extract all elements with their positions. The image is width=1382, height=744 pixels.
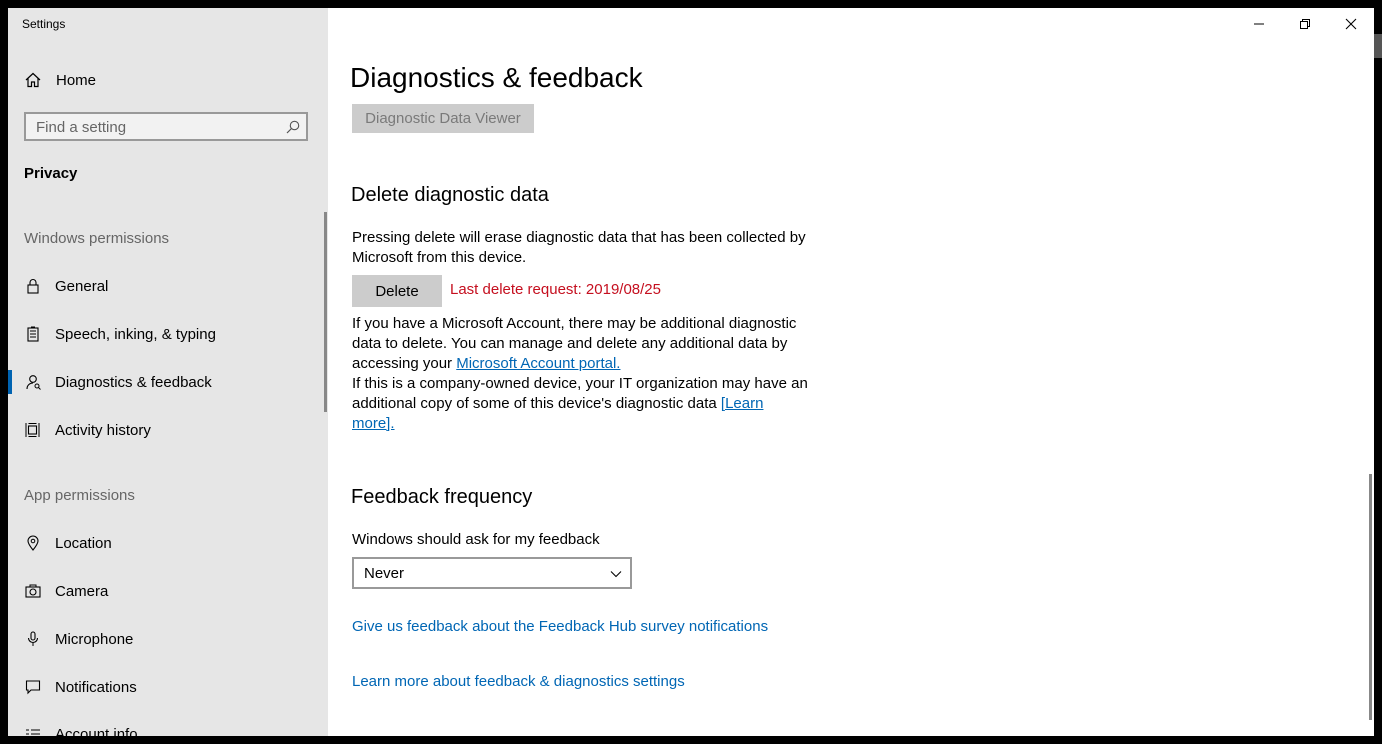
minimize-button[interactable] (1236, 8, 1282, 40)
desktop-edge (1374, 0, 1382, 744)
company-paragraph: If this is a company-owned device, your … (352, 374, 808, 434)
account-paragraph: If you have a Microsoft Account, there m… (352, 314, 812, 374)
sidebar-item-activity[interactable]: Activity history (8, 410, 328, 450)
notifications-icon (24, 678, 42, 696)
app-title: Settings (22, 17, 66, 31)
settings-window: Settings Home Find a setting Privacy Win… (8, 8, 1374, 736)
group-heading-windows: Windows permissions (24, 230, 170, 247)
camera-icon (24, 582, 42, 600)
sidebar: Settings Home Find a setting Privacy Win… (8, 8, 328, 736)
sidebar-item-home[interactable]: Home (8, 60, 328, 100)
diagnostics-icon (24, 373, 42, 391)
last-delete-request: Last delete request: 2019/08/25 (450, 281, 661, 298)
account-info-icon (24, 725, 42, 736)
restore-icon (1300, 19, 1310, 29)
sidebar-item-label: Location (55, 534, 112, 552)
sidebar-item-label: Account info (55, 725, 138, 737)
desktop-edge-grey (1374, 34, 1382, 58)
restore-button[interactable] (1282, 8, 1328, 40)
dropdown-value: Never (364, 565, 405, 582)
main-scrollbar[interactable] (1369, 474, 1372, 720)
speech-icon (24, 325, 42, 343)
search-icon (286, 120, 300, 134)
feedback-frequency-dropdown[interactable]: Never (352, 557, 632, 589)
sidebar-item-label: General (55, 277, 109, 295)
delete-description: Pressing delete will erase diagnostic da… (352, 229, 806, 266)
close-button[interactable] (1328, 8, 1374, 40)
delete-button[interactable]: Delete (352, 275, 442, 307)
feedback-label: Windows should ask for my feedback (352, 531, 600, 548)
lock-icon (24, 277, 42, 295)
sidebar-item-microphone[interactable]: Microphone (8, 619, 328, 659)
sidebar-item-diagnostics[interactable]: Diagnostics & feedback (8, 362, 328, 402)
search-placeholder: Find a setting (36, 119, 127, 136)
page-title: Diagnostics & feedback (350, 62, 643, 93)
sidebar-item-label: Speech, inking, & typing (55, 325, 216, 343)
search-input[interactable]: Find a setting (24, 112, 308, 141)
chevron-down-icon (610, 567, 622, 579)
microphone-icon (24, 630, 42, 648)
sidebar-item-label: Microphone (55, 630, 134, 648)
location-icon (24, 534, 42, 552)
sidebar-item-speech[interactable]: Speech, inking, & typing (8, 314, 328, 354)
feedback-section-heading: Feedback frequency (351, 486, 533, 508)
close-icon (1345, 18, 1357, 30)
sidebar-item-notifications[interactable]: Notifications (8, 667, 328, 707)
sidebar-item-label: Camera (55, 582, 109, 600)
sidebar-item-label: Diagnostics & feedback (55, 373, 212, 391)
learn-more-feedback-link[interactable]: Learn more about feedback & diagnostics … (352, 673, 685, 690)
feedback-hub-link[interactable]: Give us feedback about the Feedback Hub … (352, 618, 768, 635)
sidebar-item-label: Activity history (55, 421, 151, 439)
microsoft-account-portal-link[interactable]: Microsoft Account portal. (456, 355, 620, 372)
home-icon (24, 71, 42, 89)
sidebar-item-location[interactable]: Location (8, 523, 328, 563)
activity-icon (24, 421, 42, 439)
sidebar-item-camera[interactable]: Camera (8, 571, 328, 611)
group-heading-app: App permissions (24, 487, 135, 504)
section-title: Privacy (24, 165, 78, 182)
sidebar-scrollbar[interactable] (324, 212, 327, 412)
sidebar-item-account-info[interactable]: Account info (8, 714, 328, 736)
main-content: Diagnostics & feedback Diagnostic Data V… (328, 8, 1374, 736)
sidebar-item-label: Home (56, 71, 97, 89)
sidebar-item-general[interactable]: General (8, 266, 328, 306)
delete-section-heading: Delete diagnostic data (351, 184, 549, 206)
sidebar-item-label: Notifications (55, 678, 137, 696)
diagnostic-data-viewer-button[interactable]: Diagnostic Data Viewer (352, 104, 534, 133)
minimize-icon (1254, 23, 1264, 25)
